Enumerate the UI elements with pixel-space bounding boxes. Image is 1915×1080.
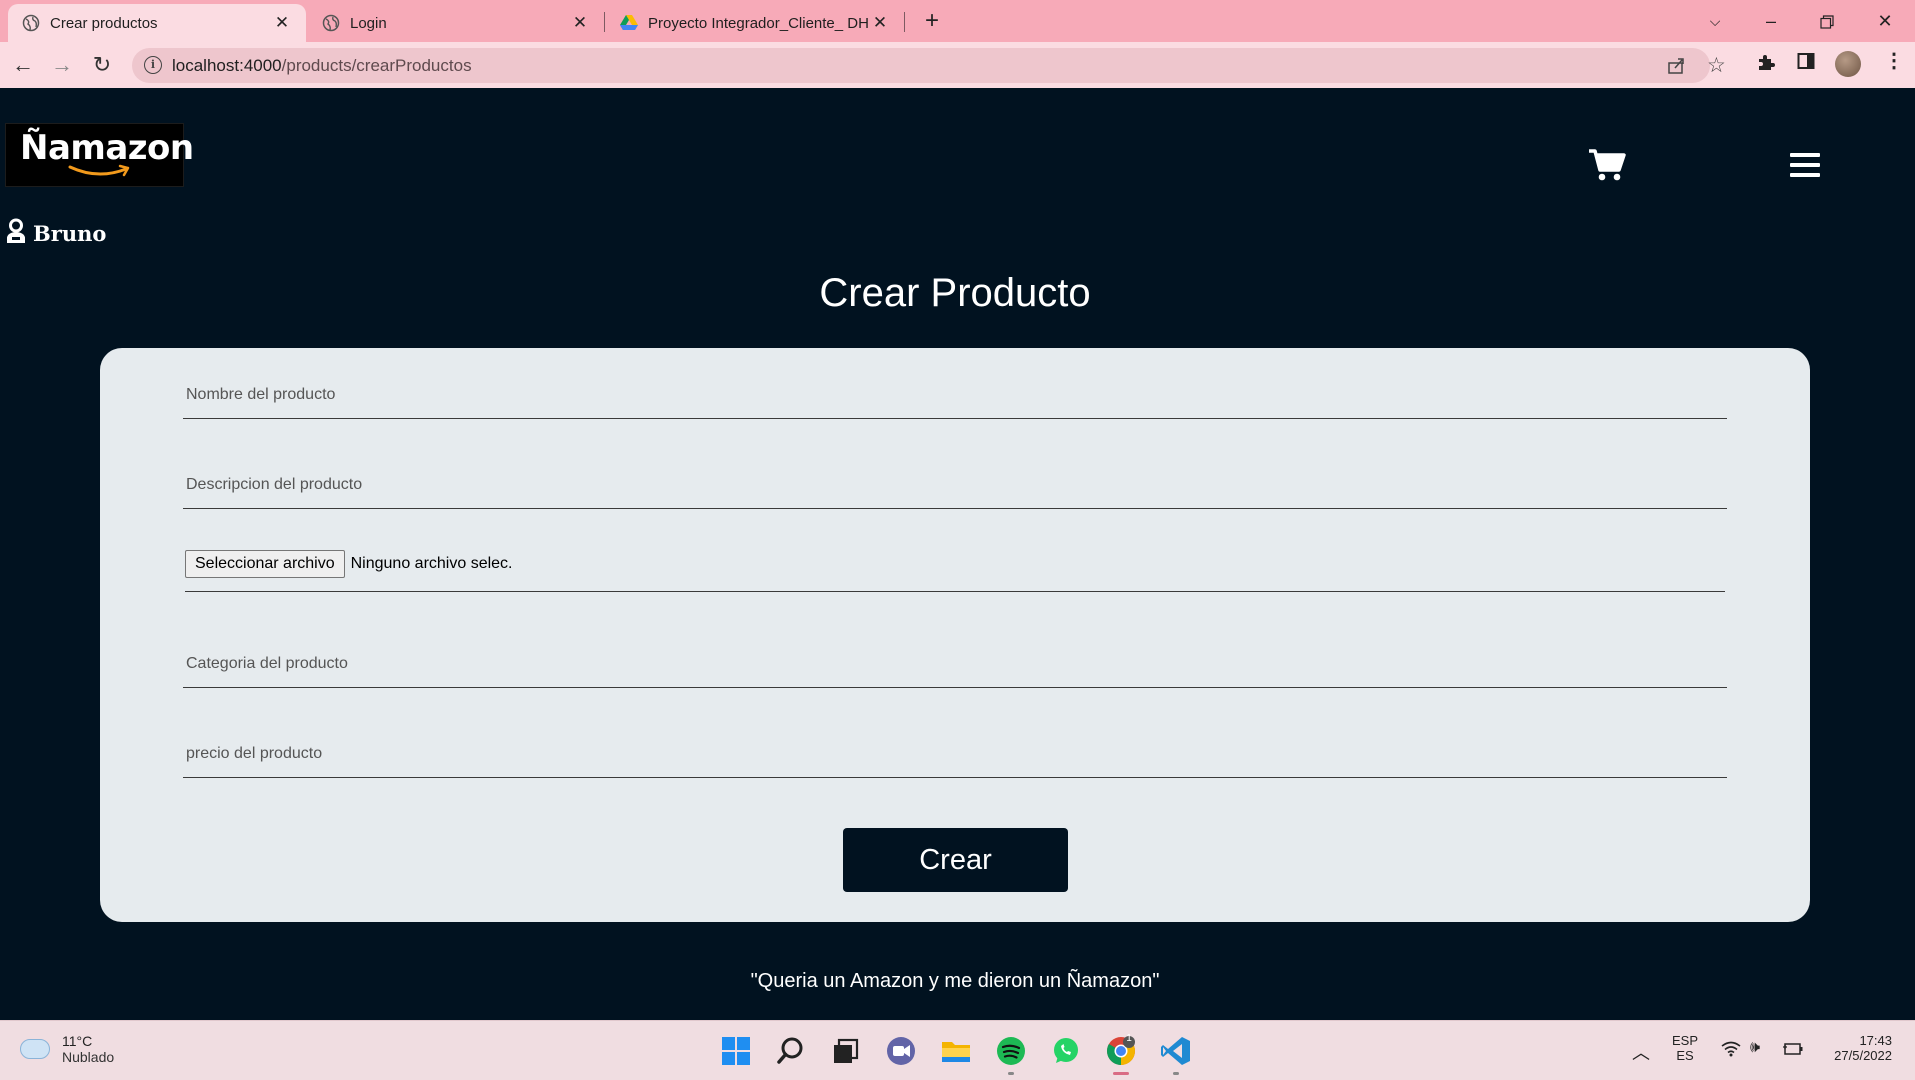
share-icon[interactable]	[1667, 57, 1685, 80]
globe-icon	[22, 14, 40, 32]
weather-desc: Nublado	[62, 1049, 115, 1065]
chevron-up-icon[interactable]: ︿	[1632, 1039, 1650, 1065]
task-view-icon[interactable]	[830, 1035, 862, 1067]
product-price-input[interactable]	[183, 717, 1727, 777]
crear-button[interactable]: Crear	[843, 828, 1068, 892]
user-badge[interactable]: Bruno	[5, 218, 106, 249]
weather-temp: 11°C	[62, 1033, 93, 1049]
star-icon[interactable]: ☆	[1707, 53, 1726, 78]
restore-button[interactable]	[1804, 4, 1850, 38]
chrome-badge: 1	[1126, 1033, 1132, 1044]
lang-top: ESP	[1672, 1033, 1699, 1048]
page-content: Ñamazon Bruno Crear Producto Seleccionar…	[0, 88, 1915, 1020]
clock-time: 17:43	[1859, 1033, 1892, 1048]
tab-separator	[904, 12, 905, 32]
spotify-icon[interactable]	[995, 1035, 1027, 1075]
tab-title: Login	[350, 14, 387, 32]
minimize-button[interactable]: –	[1748, 4, 1794, 38]
tab-crear-productos[interactable]: Crear productos ✕	[8, 4, 306, 42]
reload-icon[interactable]: ↻	[87, 50, 117, 80]
lang-bottom: ES	[1676, 1048, 1694, 1063]
product-description-field	[183, 448, 1727, 509]
tab-title: Proyecto Integrador_Cliente_ DH	[648, 14, 869, 32]
product-category-input[interactable]	[183, 627, 1727, 687]
close-icon[interactable]: ✕	[272, 13, 292, 33]
globe-icon	[322, 14, 340, 32]
file-status-text: Ninguno archivo selec.	[350, 554, 513, 572]
product-name-input[interactable]	[183, 358, 1727, 418]
browser-toolbar: ← → ↻ i localhost:4000/products/crearPro…	[0, 42, 1915, 88]
browser-tab-bar: Crear productos ✕ Login ✕ Proyecto Integ…	[0, 0, 1915, 42]
profile-avatar[interactable]	[1835, 51, 1861, 77]
url-text[interactable]: localhost:4000/products/crearProductos	[172, 56, 472, 76]
chat-icon[interactable]	[885, 1035, 917, 1067]
wifi-icon[interactable]	[1721, 1041, 1741, 1060]
product-name-field	[183, 358, 1727, 419]
user-name: Bruno	[33, 221, 107, 246]
clock[interactable]: 17:43 27/5/2022	[1820, 1033, 1892, 1063]
close-icon[interactable]: ✕	[570, 13, 590, 33]
battery-icon[interactable]	[1782, 1041, 1804, 1060]
folder-icon[interactable]	[940, 1035, 972, 1067]
tab-separator	[604, 12, 605, 32]
tab-proyecto-integrador[interactable]: Proyecto Integrador_Cliente_ DH ✕	[606, 4, 904, 42]
product-price-field	[183, 717, 1727, 778]
cart-icon[interactable]	[1588, 148, 1626, 187]
drive-icon	[620, 14, 638, 32]
address-bar[interactable]: i localhost:4000/products/crearProductos…	[132, 48, 1726, 83]
url-path: /products/crearProductos	[281, 56, 472, 75]
windows-icon[interactable]	[720, 1035, 752, 1067]
search-icon[interactable]	[775, 1035, 807, 1067]
chrome-icon[interactable]: 1	[1105, 1033, 1137, 1075]
menu-dots-icon[interactable]: ⋮	[1884, 48, 1904, 73]
create-product-form: Seleccionar archivo Ninguno archivo sele…	[100, 348, 1810, 922]
vscode-icon[interactable]	[1160, 1035, 1192, 1075]
product-category-field	[183, 627, 1727, 688]
sidepanel-icon[interactable]	[1797, 52, 1815, 76]
page-title: Crear Producto	[819, 271, 1091, 315]
language-indicator[interactable]: ESP ES	[1672, 1033, 1698, 1063]
forward-arrow-icon[interactable]: →	[47, 50, 77, 80]
hamburger-icon[interactable]	[1790, 153, 1820, 179]
site-logo[interactable]: Ñamazon	[5, 123, 194, 187]
windows-taskbar: 11°C Nublado 1 ︿ ESP ES 🕪 17:43 27/5/202…	[0, 1020, 1915, 1080]
weather-widget[interactable]: 11°C Nublado	[20, 1033, 114, 1065]
tab-search-chevron-icon[interactable]: ⌵	[1692, 4, 1738, 38]
close-icon[interactable]: ✕	[870, 13, 890, 33]
puzzle-icon[interactable]	[1756, 52, 1776, 78]
back-arrow-icon[interactable]: ←	[8, 50, 38, 80]
tab-title: Crear productos	[50, 14, 158, 32]
user-icon	[5, 218, 27, 249]
logo-text: Ñamazon	[20, 128, 194, 168]
whatsapp-icon[interactable]	[1050, 1035, 1082, 1067]
cloud-icon	[20, 1039, 50, 1059]
info-icon[interactable]: i	[144, 56, 162, 74]
tab-login[interactable]: Login ✕	[308, 4, 604, 42]
volume-icon[interactable]: 🕪	[1750, 1039, 1760, 1057]
select-file-button[interactable]: Seleccionar archivo	[185, 549, 345, 578]
close-window-button[interactable]: ✕	[1862, 4, 1908, 38]
url-host: localhost:4000	[172, 56, 282, 75]
product-description-input[interactable]	[183, 448, 1727, 508]
plus-icon[interactable]: +	[918, 8, 946, 36]
clock-date: 27/5/2022	[1834, 1048, 1892, 1063]
product-image-field: Seleccionar archivo Ninguno archivo sele…	[185, 536, 1725, 592]
footer-quote: "Queria un Amazon y me dieron un Ñamazon…	[750, 970, 1160, 992]
